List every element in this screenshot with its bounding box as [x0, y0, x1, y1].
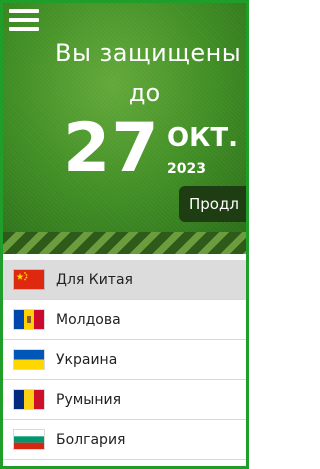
- server-list: Для Китая Молдова Украина Румыния Болгар…: [3, 260, 246, 460]
- ukraine-flag-icon: [14, 350, 44, 369]
- server-item-ukraine[interactable]: Украина: [3, 340, 246, 380]
- renew-button[interactable]: Продл: [179, 186, 246, 222]
- server-item-moldova[interactable]: Молдова: [3, 300, 246, 340]
- server-label: Для Китая: [56, 271, 133, 288]
- hamburger-menu-icon[interactable]: [9, 9, 39, 33]
- server-label: Болгария: [56, 431, 126, 448]
- china-flag-icon: [14, 270, 44, 289]
- server-label: Румыния: [56, 391, 122, 408]
- protection-status-panel: Вы защищены до 27 ОКТ. 2023 Продл: [3, 3, 246, 235]
- expiry-day: 27: [63, 109, 160, 188]
- protected-until-preposition: до: [128, 79, 161, 107]
- server-label: Украина: [56, 351, 118, 368]
- server-label: Молдова: [56, 311, 121, 328]
- server-item-romania[interactable]: Румыния: [3, 380, 246, 420]
- decorative-stripe: [3, 232, 246, 254]
- expiry-month: ОКТ.: [167, 123, 238, 153]
- romania-flag-icon: [14, 390, 44, 409]
- expiry-year: 2023: [167, 161, 206, 177]
- server-item-bulgaria[interactable]: Болгария: [3, 420, 246, 460]
- bulgaria-flag-icon: [14, 430, 44, 449]
- protected-until-text: Вы защищены: [55, 39, 242, 67]
- moldova-flag-icon: [14, 310, 44, 329]
- server-item-china[interactable]: Для Китая: [3, 260, 246, 300]
- app-window: Вы защищены до 27 ОКТ. 2023 Продл Для Ки…: [0, 0, 249, 469]
